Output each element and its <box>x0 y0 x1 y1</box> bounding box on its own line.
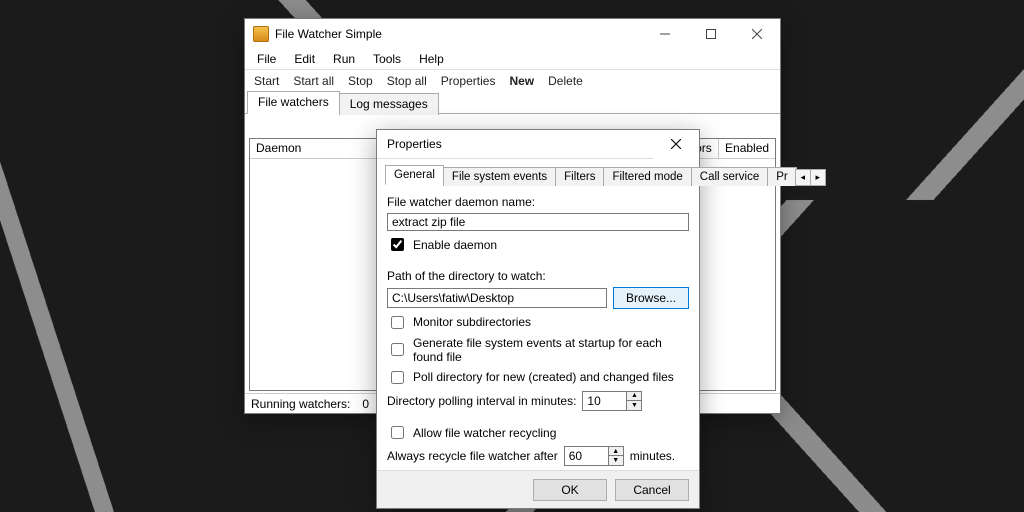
dialog-tabs: General File system events Filters Filte… <box>385 163 691 185</box>
tb-start-all[interactable]: Start all <box>286 72 341 90</box>
gen-events-label: Generate file system events at startup f… <box>413 336 689 364</box>
menu-help[interactable]: Help <box>411 51 452 67</box>
poll-interval-up-icon[interactable]: ▲ <box>626 391 642 401</box>
poll-interval-label: Directory polling interval in minutes: <box>387 394 576 408</box>
close-button[interactable] <box>734 19 780 49</box>
poll-label: Poll directory for new (created) and cha… <box>413 370 674 384</box>
toolbar: Start Start all Stop Stop all Properties… <box>245 69 780 91</box>
path-input[interactable] <box>387 288 607 308</box>
status-running-label: Running watchers: <box>251 397 350 411</box>
tb-delete[interactable]: Delete <box>541 72 590 90</box>
tb-new[interactable]: New <box>502 72 541 90</box>
dlg-tab-fs-events[interactable]: File system events <box>443 167 556 186</box>
main-tabs: File watchers Log messages <box>245 91 780 114</box>
tb-properties[interactable]: Properties <box>434 72 503 90</box>
menu-run[interactable]: Run <box>325 51 363 67</box>
dialog-close-button[interactable] <box>653 130 699 159</box>
gen-events-input[interactable] <box>391 343 404 356</box>
poll-interval-value[interactable]: 10 <box>582 391 627 411</box>
daemon-name-label: File watcher daemon name: <box>387 195 689 209</box>
dlg-tab-filters[interactable]: Filters <box>555 167 604 186</box>
recycle-checkbox[interactable]: Allow file watcher recycling <box>387 423 689 442</box>
menu-file[interactable]: File <box>249 51 284 67</box>
tb-stop-all[interactable]: Stop all <box>380 72 434 90</box>
minimize-button[interactable] <box>642 19 688 49</box>
gen-events-checkbox[interactable]: Generate file system events at startup f… <box>387 336 689 364</box>
menu-bar: File Edit Run Tools Help <box>245 49 780 69</box>
dlg-tab-overflow[interactable]: Pr <box>767 167 797 186</box>
daemon-name-input[interactable] <box>387 213 689 231</box>
tab-log-messages[interactable]: Log messages <box>339 93 439 115</box>
maximize-button[interactable] <box>688 19 734 49</box>
poll-interval-down-icon[interactable]: ▼ <box>626 401 642 411</box>
tab-file-watchers[interactable]: File watchers <box>247 91 340 114</box>
always-recycle-down-icon[interactable]: ▼ <box>608 456 624 466</box>
always-recycle-value[interactable]: 60 <box>564 446 609 466</box>
main-title: File Watcher Simple <box>275 27 642 41</box>
dlg-tab-call-service[interactable]: Call service <box>691 167 768 186</box>
recycle-input[interactable] <box>391 426 404 439</box>
tab-scroll-right[interactable]: ▸ <box>810 169 826 186</box>
always-recycle-suffix: minutes. <box>630 449 675 463</box>
browse-button[interactable]: Browse... <box>613 287 689 309</box>
window-buttons <box>642 19 780 49</box>
path-label: Path of the directory to watch: <box>387 269 689 283</box>
dialog-footer: OK Cancel <box>377 470 699 508</box>
tb-stop[interactable]: Stop <box>341 72 380 90</box>
tab-scroll-left[interactable]: ◂ <box>795 169 811 186</box>
status-running-count: 0 <box>362 397 369 411</box>
menu-edit[interactable]: Edit <box>286 51 323 67</box>
ok-button[interactable]: OK <box>533 479 607 501</box>
dialog-titlebar[interactable]: Properties <box>377 130 699 159</box>
dialog-body: General File system events Filters Filte… <box>385 163 691 468</box>
general-form: File watcher daemon name: Enable daemon … <box>385 189 691 468</box>
monitor-sub-checkbox[interactable]: Monitor subdirectories <box>387 313 689 332</box>
main-titlebar[interactable]: File Watcher Simple <box>245 19 780 49</box>
enable-daemon-label: Enable daemon <box>413 238 497 252</box>
app-icon <box>253 26 269 42</box>
tab-scroll: ◂ ▸ <box>796 167 826 184</box>
recycle-label: Allow file watcher recycling <box>413 426 556 440</box>
menu-tools[interactable]: Tools <box>365 51 409 67</box>
dialog-title: Properties <box>377 137 653 151</box>
tb-start[interactable]: Start <box>247 72 286 90</box>
poll-checkbox[interactable]: Poll directory for new (created) and cha… <box>387 368 689 387</box>
always-recycle-up-icon[interactable]: ▲ <box>608 446 624 456</box>
monitor-sub-label: Monitor subdirectories <box>413 315 531 329</box>
col-daemon[interactable]: Daemon <box>250 139 386 158</box>
dlg-tab-general[interactable]: General <box>385 165 444 185</box>
always-recycle-label: Always recycle file watcher after <box>387 449 558 463</box>
cancel-button[interactable]: Cancel <box>615 479 689 501</box>
enable-daemon-checkbox[interactable]: Enable daemon <box>387 235 689 254</box>
properties-dialog: Properties General File system events Fi… <box>376 129 700 509</box>
monitor-sub-input[interactable] <box>391 316 404 329</box>
poll-interval-stepper[interactable]: 10 ▲ ▼ <box>582 391 642 411</box>
enable-daemon-input[interactable] <box>391 238 404 251</box>
always-recycle-stepper[interactable]: 60 ▲ ▼ <box>564 446 624 466</box>
dlg-tab-filtered-mode[interactable]: Filtered mode <box>603 167 691 186</box>
poll-input[interactable] <box>391 371 404 384</box>
col-enabled[interactable]: Enabled <box>719 139 775 158</box>
